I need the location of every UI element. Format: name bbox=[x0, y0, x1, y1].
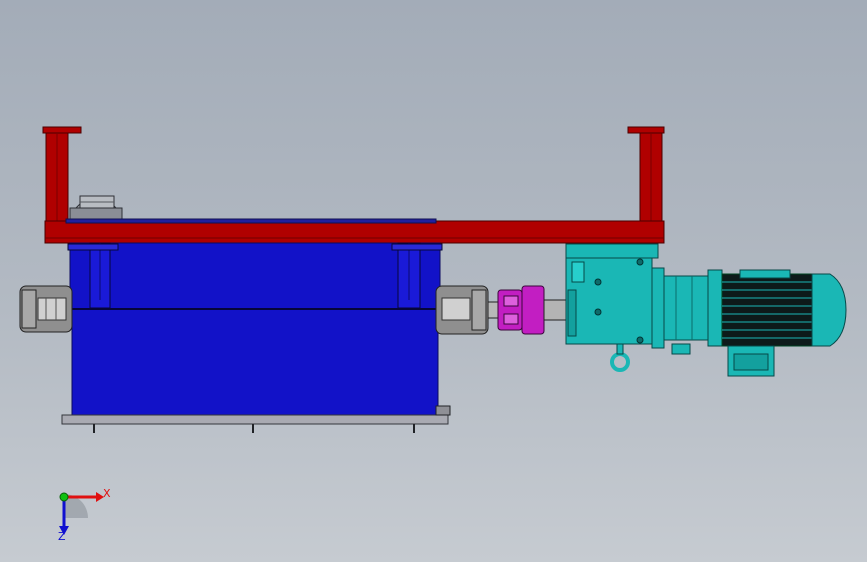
axis-y-dot bbox=[59, 492, 69, 502]
coupling[interactable] bbox=[497, 285, 567, 335]
top-feeder[interactable] bbox=[69, 195, 123, 222]
lifting-eye bbox=[610, 352, 630, 372]
housing-upper bbox=[69, 242, 441, 310]
motor[interactable] bbox=[721, 269, 847, 377]
gearbox[interactable] bbox=[565, 243, 723, 372]
frame-left-cap bbox=[42, 126, 82, 134]
assembly-model[interactable] bbox=[0, 0, 867, 562]
axis-x-label: X bbox=[103, 487, 111, 500]
housing-lower bbox=[71, 308, 439, 416]
main-housing[interactable] bbox=[65, 218, 443, 416]
left-shaft-end[interactable] bbox=[19, 285, 73, 333]
axis-z-label: Z bbox=[58, 530, 66, 543]
right-shaft-end[interactable] bbox=[435, 285, 501, 335]
frame-beam bbox=[44, 220, 665, 244]
3d-viewport[interactable]: X Z bbox=[0, 0, 867, 562]
support-frame[interactable] bbox=[42, 126, 665, 244]
frame-right-cap bbox=[627, 126, 665, 134]
coordinate-triad bbox=[59, 492, 104, 535]
